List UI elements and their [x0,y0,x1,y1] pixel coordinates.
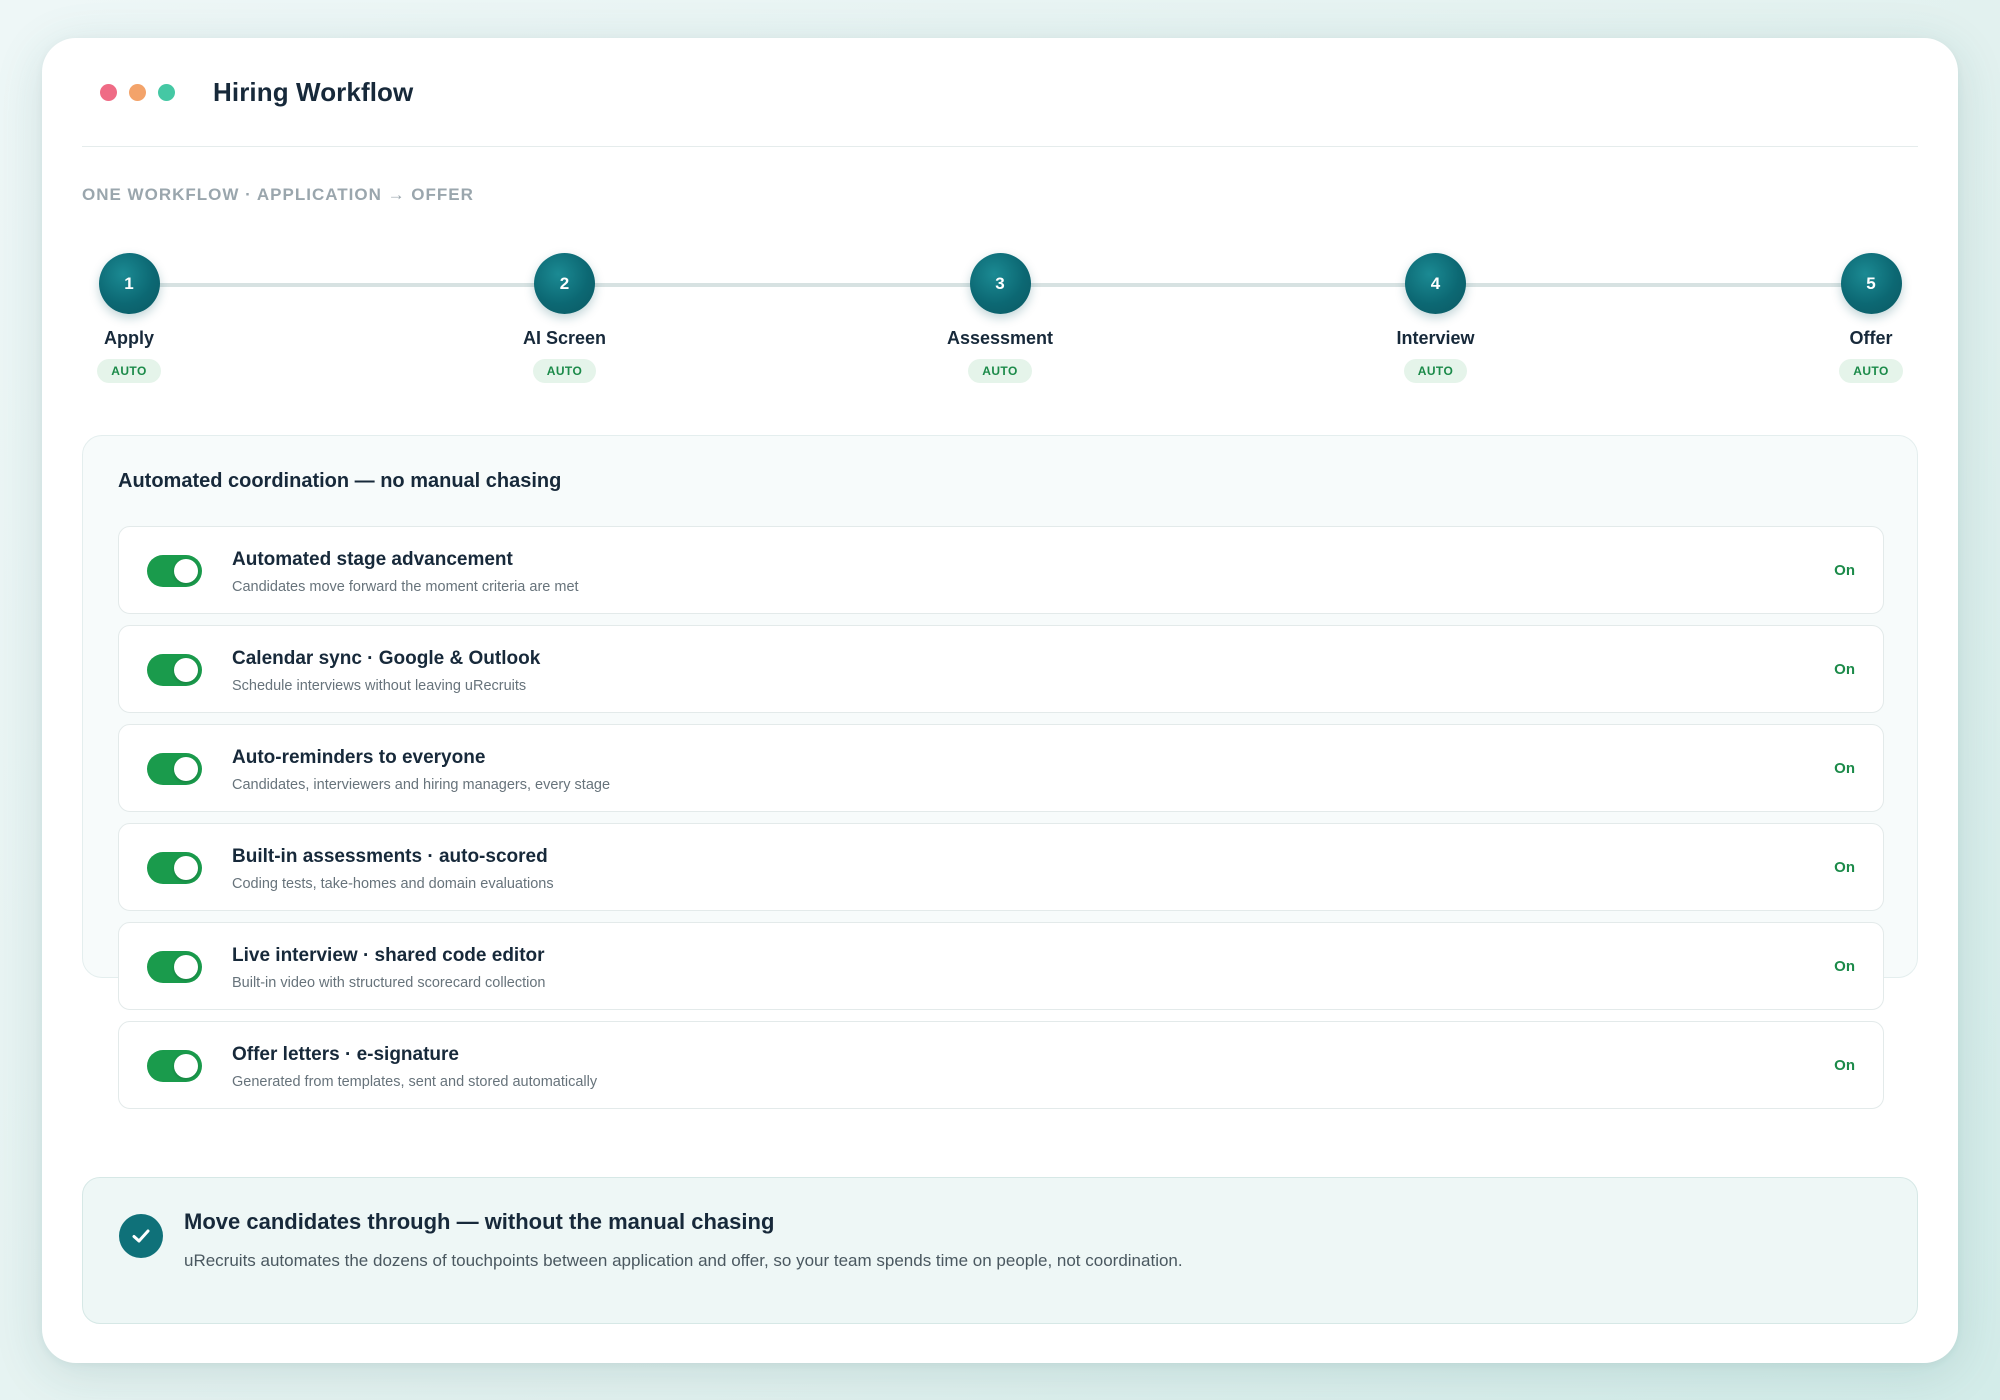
automation-row-offer-letters: Offer letters · e-signature Generated fr… [118,1021,1884,1109]
status-label: On [1834,760,1855,777]
toggle-knob [174,559,198,583]
step-label: Assessment [946,328,1054,348]
automation-row-auto-reminders: Auto-reminders to everyone Candidates, i… [118,724,1884,812]
automation-row-stage-advancement: Automated stage advancement Candidates m… [118,526,1884,614]
toggle-knob [174,757,198,781]
step-number: 4 [1405,253,1466,314]
step-label: Apply [103,328,154,348]
automation-row-calendar-sync: Calendar sync · Google & Outlook Schedul… [118,625,1884,713]
automation-row-live-interview: Live interview · shared code editor Buil… [118,922,1884,1010]
step-offer[interactable]: 5 Offer AUTO [1806,253,1936,383]
window-controls [100,83,175,101]
toggle-knob [174,1054,198,1078]
toggle-switch[interactable] [147,753,202,785]
check-icon [119,1214,163,1258]
row-description: Candidates, interviewers and hiring mana… [232,777,611,793]
auto-badge: AUTO [1403,359,1468,383]
row-title: Offer letters · e-signature [232,1044,459,1065]
minimize-dot[interactable] [129,83,146,101]
automation-row-assessments: Built-in assessments · auto-scored Codin… [118,823,1884,911]
row-title: Automated stage advancement [232,549,513,570]
close-dot[interactable] [100,83,117,101]
auto-badge: AUTO [97,359,161,383]
step-number: 2 [534,253,595,314]
status-label: On [1834,661,1855,678]
row-title: Built-in assessments · auto-scored [232,846,548,867]
workflow-subtitle: ONE WORKFLOW · APPLICATION → OFFER [82,185,474,204]
toggle-switch[interactable] [147,951,202,983]
status-label: On [1834,859,1855,876]
auto-badge: AUTO [1839,359,1903,383]
toggle-switch[interactable] [147,1050,202,1082]
status-label: On [1834,562,1855,579]
row-description: Candidates move forward the moment crite… [232,579,579,595]
toggle-switch[interactable] [147,555,202,587]
step-number: 1 [98,253,160,314]
automation-panel: Automated coordination — no manual chasi… [82,435,1918,1109]
step-apply[interactable]: 1 Apply AUTO [64,253,194,383]
row-description: Schedule interviews without leaving uRec… [232,678,527,694]
toggle-knob [174,658,198,682]
toggle-switch[interactable] [147,852,202,884]
title-bar: Hiring Workflow [82,38,1918,147]
row-title: Calendar sync · Google & Outlook [232,648,541,669]
row-title: Live interview · shared code editor [232,945,545,966]
panel-title: Automated coordination — no manual chasi… [118,470,562,492]
step-number: 5 [1840,253,1902,314]
window-title: Hiring Workflow [213,76,414,107]
status-label: On [1834,1057,1855,1074]
step-assessment[interactable]: 3 Assessment AUTO [935,253,1065,383]
step-label: Offer [1849,328,1893,348]
row-description: Coding tests, take-homes and domain eval… [232,876,554,892]
toggle-knob [174,856,198,880]
callout-title: Move candidates through — without the ma… [184,1209,775,1234]
step-interview[interactable]: 4 Interview AUTO [1371,253,1501,383]
row-description: Generated from templates, sent and store… [232,1074,598,1090]
summary-callout: Move candidates through — without the ma… [82,1177,1918,1324]
step-label: Interview [1396,328,1475,348]
automation-list: Automated stage advancement Candidates m… [118,526,1884,1120]
auto-badge: AUTO [968,359,1032,383]
auto-badge: AUTO [532,359,597,383]
step-ai-screen[interactable]: 2 AI Screen AUTO [500,253,630,383]
toggle-switch[interactable] [147,654,202,686]
app-window: Hiring Workflow ONE WORKFLOW · APPLICATI… [42,38,1958,1363]
toggle-knob [174,955,198,979]
workflow-stepper: 1 Apply AUTO 2 AI Screen AUTO 3 Assessme… [82,253,1918,393]
step-label: AI Screen [522,328,607,348]
status-label: On [1834,958,1855,975]
row-description: Built-in video with structured scorecard… [232,975,546,991]
row-title: Auto-reminders to everyone [232,747,486,768]
step-number: 3 [969,253,1031,314]
callout-description: uRecruits automates the dozens of touchp… [184,1251,1183,1270]
maximize-dot[interactable] [158,83,175,101]
